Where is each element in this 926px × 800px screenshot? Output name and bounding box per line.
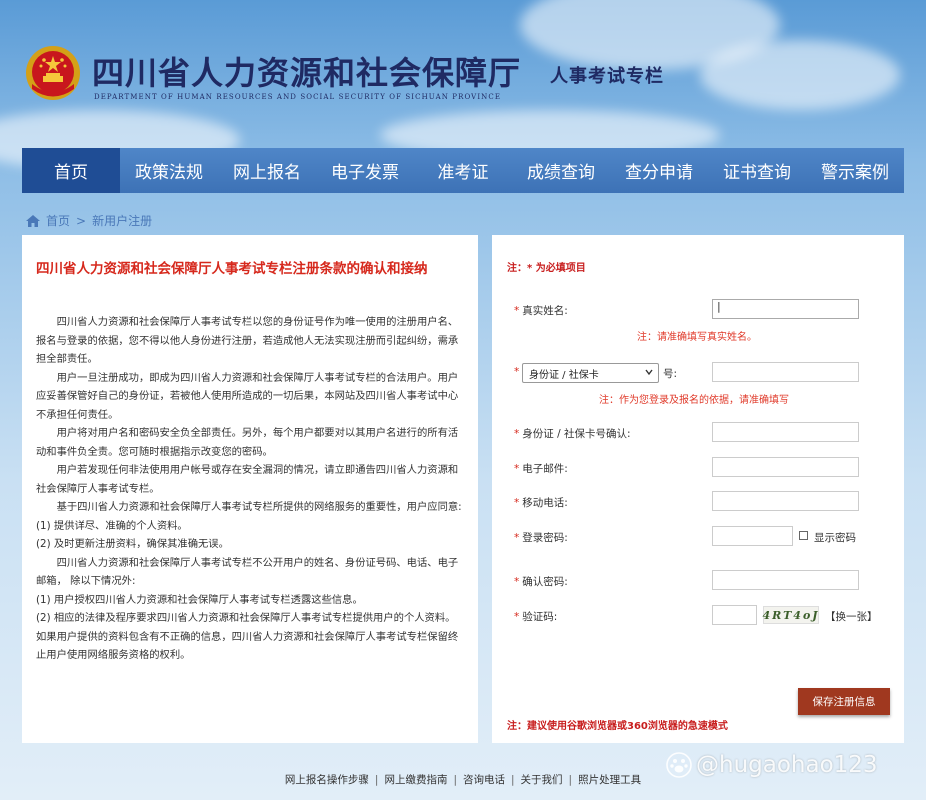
footer-link-about-us[interactable]: 关于我们 — [521, 774, 563, 786]
real-name-input[interactable]: | — [712, 299, 859, 319]
terms-paragraph: 四川省人力资源和社会保障厅人事考试专栏不公开用户的姓名、身份证号码、电话、电子邮… — [36, 556, 459, 588]
captcha-label: * 验证码: — [514, 609, 557, 624]
real-name-row: * 真实姓名: | — [492, 299, 904, 321]
confirm-password-row: * 确认密码: — [492, 570, 904, 592]
id-number-row: * 身份证 / 社保卡 号: — [492, 362, 904, 384]
phone-row: * 移动电话: — [492, 491, 904, 513]
terms-paragraph: 用户一旦注册成功，即成为四川省人力资源和社会保障厅人事考试专栏的合法用户。用户应… — [36, 371, 459, 421]
phone-input[interactable] — [712, 491, 859, 511]
captcha-image[interactable]: 4RT4oJ — [763, 606, 819, 624]
watermark: @hugaohao123 — [666, 752, 878, 778]
terms-panel: 四川省人力资源和社会保障厅人事考试专栏注册条款的确认和接纳 四川省人力资源和社会… — [22, 235, 478, 743]
terms-paragraph: 四川省人力资源和社会保障厅人事考试专栏以您的身份证号作为唯一使用的注册用户名、报… — [36, 316, 459, 365]
email-label: * 电子邮件: — [514, 461, 568, 476]
required-mark: * — [514, 497, 520, 509]
nav-item-online-registration[interactable]: 网上报名 — [218, 148, 316, 193]
captcha-row: * 验证码: 4RT4oJ 【换一张】 — [492, 605, 904, 627]
registration-form: 注：* 为必填项目 * 真实姓名: | 注：请准确填写真实姓名。 * 身份证 / … — [492, 235, 904, 743]
required-mark: * — [514, 428, 520, 440]
terms-paragraph: (2) 及时更新注册资料，确保其准确无误。 — [36, 538, 229, 550]
id-number-hint: 注：作为您登录及报名的依据，请准确填写 — [599, 395, 789, 406]
required-mark: * — [514, 611, 520, 623]
id-confirm-label-text: 身份证 / 社保卡号确认: — [522, 428, 631, 440]
id-number-input[interactable] — [712, 362, 859, 382]
baidu-paw-icon — [666, 752, 692, 778]
chevron-down-icon — [645, 369, 653, 376]
nav-item-certificate-query[interactable]: 证书查询 — [708, 148, 806, 193]
terms-title: 四川省人力资源和社会保障厅人事考试专栏注册条款的确认和接纳 — [36, 261, 428, 277]
nav-item-score-query[interactable]: 成绩查询 — [512, 148, 610, 193]
breadcrumb-home-link[interactable]: 首页 — [46, 212, 70, 229]
email-label-text: 电子邮件: — [522, 463, 568, 475]
site-subtitle: DEPARTMENT OF HUMAN RESOURCES AND SOCIAL… — [94, 93, 502, 101]
nav-item-home[interactable]: 首页 — [22, 148, 120, 193]
confirm-password-label: * 确认密码: — [514, 574, 568, 589]
change-captcha-link[interactable]: 【换一张】 — [825, 609, 878, 624]
password-label: * 登录密码: — [514, 530, 568, 545]
nav-item-admission-ticket[interactable]: 准考证 — [414, 148, 512, 193]
nav-item-warning-cases[interactable]: 警示案例 — [806, 148, 904, 193]
real-name-label: * 真实姓名: — [514, 303, 568, 318]
email-input[interactable] — [712, 457, 859, 477]
terms-paragraph: 用户将对用户名和密码安全负全部责任。另外，每个用户都要对以其用户名进行的所有活动… — [36, 427, 459, 458]
breadcrumb-separator: > — [76, 213, 87, 228]
footer-separator: | — [568, 774, 573, 786]
id-confirm-row: * 身份证 / 社保卡号确认: — [492, 422, 904, 444]
id-type-select[interactable]: 身份证 / 社保卡 — [522, 363, 659, 383]
watermark-text: @hugaohao123 — [696, 752, 878, 778]
main-nav: 首页 政策法规 网上报名 电子发票 准考证 成绩查询 查分申请 证书查询 警示案… — [22, 148, 904, 193]
password-label-text: 登录密码: — [522, 532, 568, 544]
id-confirm-label: * 身份证 / 社保卡号确认: — [514, 426, 631, 441]
national-emblem-icon — [26, 46, 80, 100]
column-title: 人事考试专栏 — [550, 66, 664, 87]
required-note: 注：* 为必填项目 — [507, 263, 586, 274]
id-number-suffix: 号: — [663, 368, 678, 380]
show-password-checkbox[interactable] — [799, 531, 808, 540]
required-mark: * — [514, 576, 520, 588]
terms-paragraph: 基于四川省人力资源和社会保障厅人事考试专栏所提供的网络服务的重要性，用户应同意: — [56, 501, 462, 513]
footer-link-photo-tool[interactable]: 照片处理工具 — [578, 774, 641, 786]
nav-item-score-review[interactable]: 查分申请 — [610, 148, 708, 193]
captcha-input[interactable] — [712, 605, 757, 625]
terms-paragraph: 用户若发现任何非法使用用户帐号或存在安全漏洞的情况，请立即通告四川省人力资源和社… — [36, 464, 459, 495]
footer-link-contact-phone[interactable]: 咨询电话 — [463, 774, 505, 786]
nav-item-policy[interactable]: 政策法规 — [120, 148, 218, 193]
site-title: 四川省人力资源和社会保障厅 — [92, 54, 522, 92]
email-row: * 电子邮件: — [492, 457, 904, 479]
terms-paragraph: (2) 相应的法律及程序要求四川省人力资源和社会保障厅人事考试专栏提供用户的个人… — [36, 612, 459, 661]
real-name-hint: 注：请准确填写真实姓名。 — [637, 332, 757, 343]
real-name-label-text: 真实姓名: — [522, 305, 568, 317]
password-input[interactable] — [712, 526, 793, 546]
footer-link-payment-guide[interactable]: 网上缴费指南 — [384, 774, 447, 786]
browser-note: 注：建议使用谷歌浏览器或360浏览器的急速模式 — [507, 721, 728, 732]
terms-paragraph: (1) 提供详尽、准确的个人资料。 — [36, 519, 188, 532]
captcha-label-text: 验证码: — [522, 611, 558, 623]
id-confirm-input[interactable] — [712, 422, 859, 442]
phone-label-text: 移动电话: — [522, 497, 568, 509]
phone-label: * 移动电话: — [514, 495, 568, 510]
id-type-selected: 身份证 / 社保卡 — [529, 369, 599, 381]
save-registration-button[interactable]: 保存注册信息 — [798, 688, 890, 715]
nav-item-e-invoice[interactable]: 电子发票 — [316, 148, 414, 193]
confirm-password-label-text: 确认密码: — [522, 576, 568, 588]
required-mark: * — [514, 463, 520, 475]
terms-paragraph: (1) 用户授权四川省人力资源和社会保障厅人事考试专栏透露这些信息。 — [36, 593, 363, 606]
required-mark: * — [514, 305, 520, 317]
footer-separator: | — [511, 774, 515, 786]
show-password-label: 显示密码 — [814, 532, 856, 544]
required-mark: * — [514, 532, 520, 544]
terms-body: 四川省人力资源和社会保障厅人事考试专栏以您的身份证号作为唯一使用的注册用户名、报… — [36, 313, 464, 665]
required-mark: * — [514, 366, 520, 378]
breadcrumb-current: 新用户注册 — [92, 214, 153, 228]
confirm-password-input[interactable] — [712, 570, 859, 590]
breadcrumb: 首页 > 新用户注册 — [26, 212, 152, 229]
footer-separator: | — [374, 774, 379, 786]
footer-separator: | — [453, 774, 457, 786]
home-icon — [26, 214, 40, 227]
site-header: 四川省人力资源和社会保障厅 DEPARTMENT OF HUMAN RESOUR… — [0, 0, 926, 140]
footer-link-registration-steps[interactable]: 网上报名操作步骤 — [285, 774, 369, 786]
password-row: * 登录密码: 显示密码 — [492, 526, 904, 548]
